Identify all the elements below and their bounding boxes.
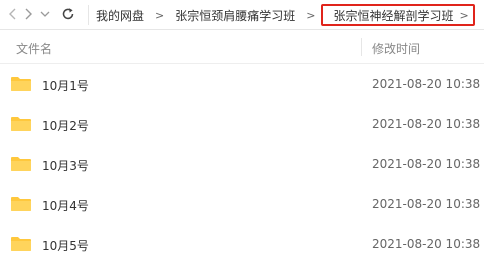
refresh-icon (62, 8, 74, 20)
file-row[interactable]: 10月2号 2021-08-20 10:38 (0, 104, 484, 144)
file-name: 10月2号 (42, 119, 89, 133)
folder-icon (11, 197, 31, 211)
file-row[interactable]: 10月1号 2021-08-20 10:38 (0, 64, 484, 104)
folder-icon (11, 157, 31, 171)
file-row[interactable]: 10月4号 2021-08-20 10:38 (0, 184, 484, 224)
breadcrumb-item-root[interactable]: 我的网盘 (90, 7, 150, 24)
file-row[interactable]: 10月3号 2021-08-20 10:38 (0, 144, 484, 184)
file-name: 10月1号 (42, 79, 89, 93)
file-modified-time: 2021-08-20 10:38 (372, 237, 481, 251)
column-header-name[interactable]: 文件名 (16, 40, 52, 57)
chevron-down-icon (40, 11, 50, 17)
breadcrumb-separator: > (155, 8, 165, 22)
forward-button[interactable] (20, 4, 36, 24)
breadcrumb-item-current[interactable]: 张宗恒神经解剖学习班 > (321, 4, 475, 26)
column-header-modified[interactable]: 修改时间 (372, 40, 420, 57)
chevron-right-icon (25, 8, 32, 20)
chevron-left-icon (9, 8, 16, 20)
refresh-button[interactable] (58, 4, 78, 24)
file-modified-time: 2021-08-20 10:38 (372, 157, 481, 171)
toolbar-divider (88, 5, 89, 25)
toolbar: 我的网盘 > 张宗恒颈肩腰痛学习班 > 张宗恒神经解剖学习班 > (0, 0, 484, 30)
folder-icon (11, 117, 31, 131)
breadcrumb-separator: > (306, 8, 316, 22)
breadcrumb-current-label: 张宗恒神经解剖学习班 (333, 8, 454, 23)
file-modified-time: 2021-08-20 10:38 (372, 77, 481, 91)
file-row[interactable]: 10月5号 2021-08-20 10:38 (0, 224, 484, 264)
breadcrumb-item-parent[interactable]: 张宗恒颈肩腰痛学习班 (169, 7, 301, 24)
history-dropdown[interactable] (38, 4, 52, 24)
file-modified-time: 2021-08-20 10:38 (372, 117, 481, 131)
file-modified-time: 2021-08-20 10:38 (372, 197, 481, 211)
file-list-header: 文件名 修改时间 (0, 30, 484, 64)
folder-icon (11, 237, 31, 251)
file-name: 10月4号 (42, 199, 89, 213)
folder-icon (11, 77, 31, 91)
breadcrumb-separator: > (459, 8, 469, 22)
file-name: 10月3号 (42, 159, 89, 173)
breadcrumb: 我的网盘 > 张宗恒颈肩腰痛学习班 > 张宗恒神经解剖学习班 > (90, 4, 484, 26)
file-name: 10月5号 (42, 239, 89, 253)
column-divider[interactable] (361, 38, 362, 56)
